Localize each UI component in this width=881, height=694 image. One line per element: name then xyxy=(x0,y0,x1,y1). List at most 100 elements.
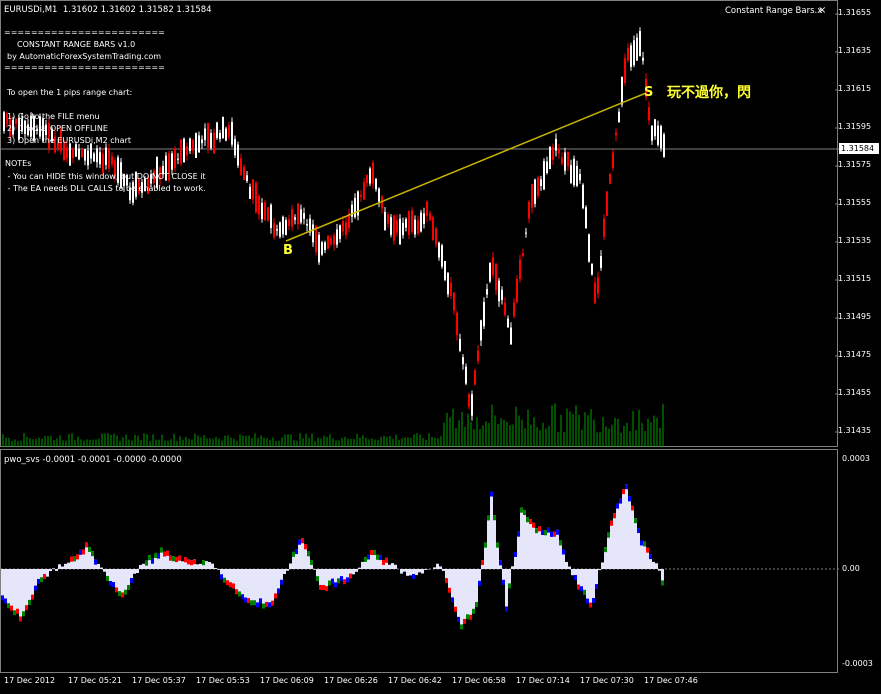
oscillator-edge xyxy=(220,574,223,580)
oscillator-bar xyxy=(541,530,544,569)
candle-body xyxy=(465,366,467,384)
oscillator-bar xyxy=(535,528,538,569)
oscillator-edge xyxy=(661,580,664,586)
candle-body xyxy=(312,224,314,243)
oscillator-bar xyxy=(469,569,472,619)
oscillator-edge xyxy=(1,595,4,601)
candle-body xyxy=(375,178,377,190)
trend-line xyxy=(285,92,647,242)
candle-body xyxy=(654,119,656,137)
oscillator-bar xyxy=(142,563,145,569)
buy-marker: B xyxy=(283,243,293,258)
oscillator-bar xyxy=(268,569,271,607)
oscillator-bar xyxy=(637,528,640,569)
candle-body xyxy=(513,302,515,317)
oscillator-edge xyxy=(7,603,10,609)
oscillator-edge xyxy=(235,589,238,595)
candle-body xyxy=(180,139,182,164)
oscillator-bar xyxy=(550,531,553,569)
oscillator-bar xyxy=(205,561,208,569)
oscillator-edge xyxy=(526,517,529,523)
oscillator-edge xyxy=(277,588,280,594)
oscillator-edge xyxy=(163,551,166,557)
candle-body xyxy=(246,175,248,182)
candle-body xyxy=(264,202,266,221)
oscillator-bar xyxy=(526,517,529,569)
candle-body xyxy=(603,218,605,237)
candle-body xyxy=(480,320,482,341)
oscillator-bar xyxy=(601,562,604,569)
oscillator-bar xyxy=(358,567,361,569)
candle-body xyxy=(546,161,548,174)
candle-body xyxy=(447,273,449,295)
candle-body xyxy=(591,263,593,275)
oscillator-edge xyxy=(82,549,85,555)
oscillator-bar xyxy=(49,569,52,572)
candle-body xyxy=(276,229,278,231)
candle-body xyxy=(561,157,563,165)
oscillator-edge xyxy=(580,586,583,592)
price-chart-panel[interactable]: EURUSDi,M1 1.31602 1.31602 1.31582 1.315… xyxy=(0,0,839,447)
candle-body xyxy=(282,216,284,235)
oscillator-edge xyxy=(646,547,649,553)
oscillator-bar xyxy=(16,569,19,613)
candle-body xyxy=(270,204,272,229)
oscillator-edge xyxy=(145,560,148,566)
indicator-canvas[interactable] xyxy=(1,450,839,674)
oscillator-bar xyxy=(208,562,211,569)
oscillator-edge xyxy=(127,584,130,590)
candle-body xyxy=(537,177,539,196)
price-tick-label: 1.31595 xyxy=(838,122,872,131)
candle-body xyxy=(504,302,506,316)
oscillator-edge xyxy=(541,530,544,536)
candle-body xyxy=(261,202,263,220)
candle-body xyxy=(360,194,362,197)
candle-body xyxy=(555,138,557,151)
oscillator-edge xyxy=(490,491,493,497)
oscillator-edge xyxy=(382,559,385,565)
oscillator-edge xyxy=(328,580,331,586)
oscillator-bar xyxy=(511,566,514,569)
oscillator-bar xyxy=(406,569,409,576)
candle-body xyxy=(651,125,653,141)
oscillator-edge xyxy=(634,518,637,524)
oscillator-edge xyxy=(610,520,613,526)
oscillator-bar xyxy=(529,519,532,569)
oscillator-edge xyxy=(253,600,256,606)
oscillator-edge xyxy=(523,510,526,516)
candle-body xyxy=(237,144,239,166)
oscillator-edge xyxy=(91,551,94,557)
oscillator-edge xyxy=(175,557,178,563)
candle-body xyxy=(84,149,86,161)
oscillator-bar xyxy=(313,569,316,570)
oscillator-bar xyxy=(244,569,247,602)
candle-body xyxy=(75,144,77,157)
time-tick-label: 17 Dec 07:46 xyxy=(644,676,698,685)
oscillator-edge xyxy=(349,573,352,579)
oscillator-edge xyxy=(370,550,373,556)
oscillator-edge xyxy=(583,589,586,595)
oscillator-edge xyxy=(520,507,523,513)
oscillator-bar xyxy=(418,569,421,573)
oscillator-bar xyxy=(46,569,49,577)
candle-body xyxy=(294,217,296,220)
oscillator-edge xyxy=(226,580,229,586)
indicator-panel[interactable]: pwo_svs -0.0001 -0.0001 -0.0000 -0.0000 xyxy=(0,449,839,674)
candle-body xyxy=(297,203,299,225)
oscillator-edge xyxy=(412,573,415,579)
oscillator-edge xyxy=(322,584,325,590)
oscillator-bar xyxy=(250,569,253,605)
candle-body xyxy=(474,370,476,385)
oscillator-edge xyxy=(178,555,181,561)
oscillator-bar xyxy=(442,569,445,571)
candle-body xyxy=(363,182,365,200)
candle-body xyxy=(462,357,464,365)
oscillator-edge xyxy=(298,539,301,545)
oscillator-edge xyxy=(616,503,619,509)
candle-body xyxy=(210,133,212,149)
oscillator-edge xyxy=(151,558,154,564)
oscillator-bar xyxy=(634,518,637,569)
oscillator-bar xyxy=(436,563,439,569)
close-icon[interactable]: × xyxy=(818,6,826,16)
time-tick-label: 17 Dec 07:30 xyxy=(580,676,634,685)
